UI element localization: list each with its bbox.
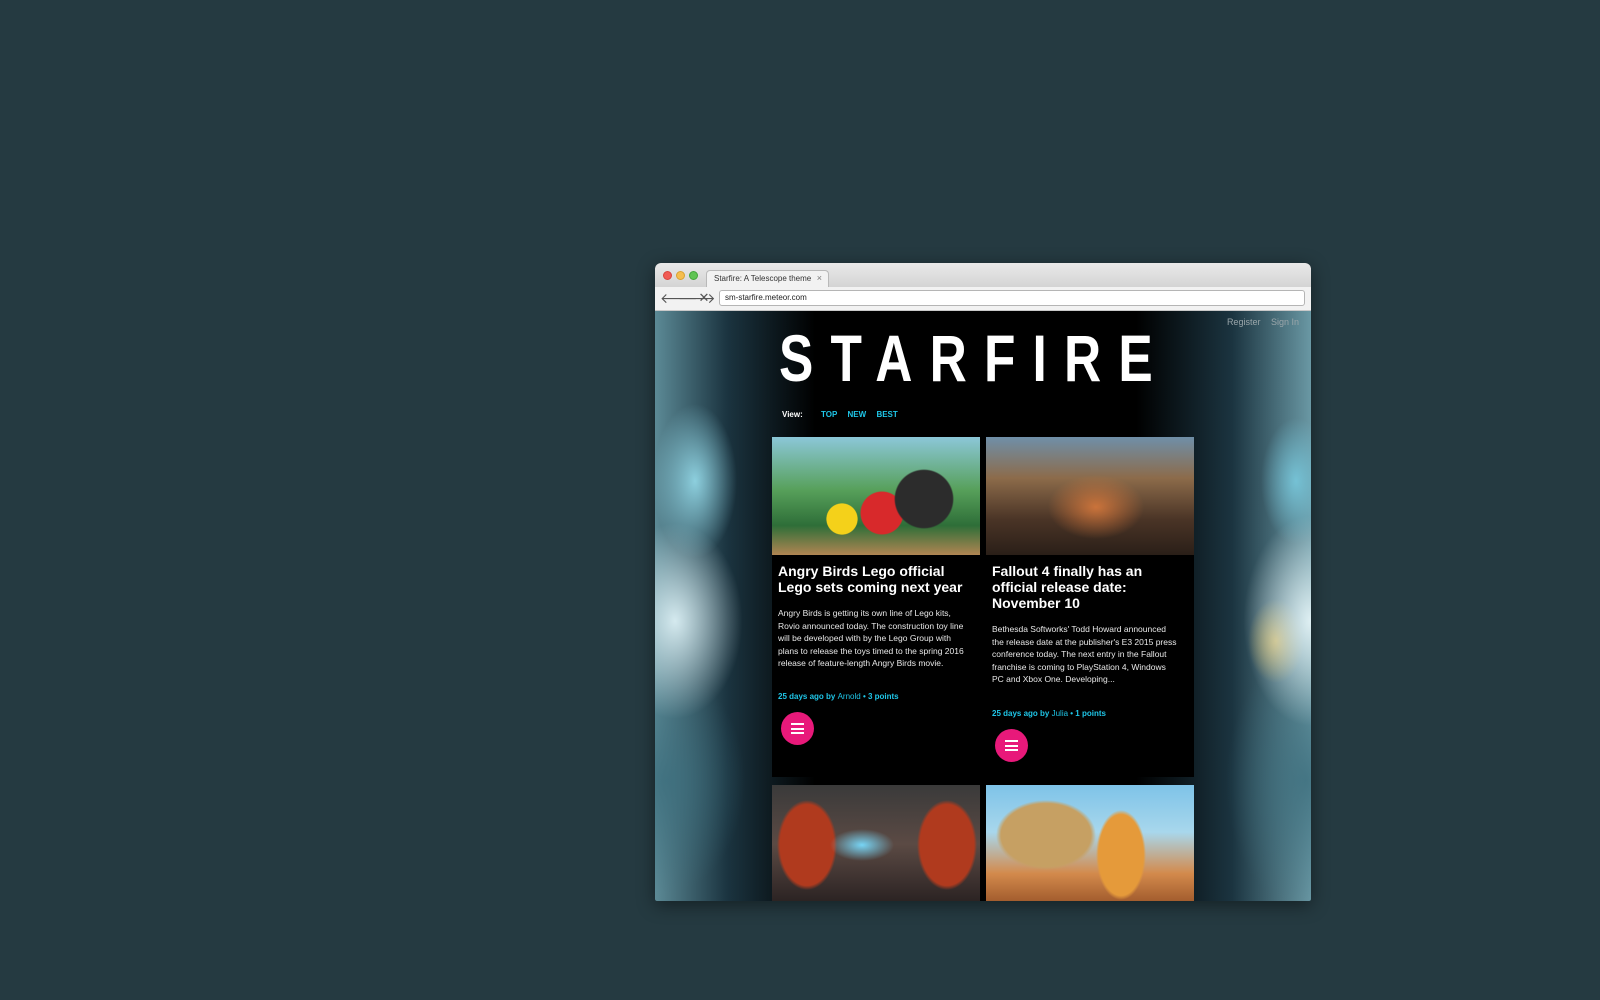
post-card: Angry Birds Lego official Lego sets comi… [772,437,980,777]
close-window-icon[interactable] [663,271,672,280]
post-title[interactable]: Angry Birds Lego official Lego sets comi… [778,563,974,595]
post-card [986,785,1194,901]
minimize-window-icon[interactable] [676,271,685,280]
post-meta-time: 25 days ago by [992,709,1052,718]
post-meta: 25 days ago by Julia • 1 points [992,709,1106,718]
auth-links: Register Sign In [1219,317,1299,327]
view-option-best[interactable]: BEST [876,410,897,419]
view-filter: View: TOP NEW BEST [782,410,906,419]
sign-in-link[interactable]: Sign In [1271,317,1299,327]
post-thumbnail[interactable] [772,785,980,901]
hamburger-menu-icon [1005,740,1018,751]
post-author-link[interactable]: Julia [1052,709,1068,718]
post-thumbnail[interactable] [772,437,980,555]
stop-loading-icon[interactable]: ✕ [696,291,712,307]
forward-arrow-icon[interactable]: 🡒 [678,291,716,307]
post-meta: 25 days ago by Arnold • 3 points [778,692,899,701]
post-thumbnail[interactable] [986,785,1194,901]
address-bar[interactable]: sm-starfire.meteor.com [719,290,1305,306]
title-bar: Starfire: A Telescope theme × [655,263,1311,288]
hamburger-menu-icon [791,723,804,734]
view-option-new[interactable]: NEW [848,410,867,419]
post-points: • 3 points [860,692,899,701]
zoom-window-icon[interactable] [689,271,698,280]
post-author-link[interactable]: Arnold [838,692,861,701]
back-arrow-icon[interactable]: 🡐 [660,291,698,307]
post-card: Fallout 4 finally has an official releas… [986,437,1194,777]
post-excerpt: Bethesda Softworks' Todd Howard announce… [992,624,1177,684]
post-meta-time: 25 days ago by [778,692,838,701]
post-thumbnail[interactable] [986,437,1194,555]
tab-title: Starfire: A Telescope theme [714,274,812,283]
register-link[interactable]: Register [1227,317,1261,327]
tab-close-icon[interactable]: × [817,273,822,283]
post-menu-button[interactable] [781,712,814,745]
post-menu-button[interactable] [995,729,1028,762]
post-points: • 1 points [1068,709,1106,718]
browser-tab[interactable]: Starfire: A Telescope theme × [706,270,829,288]
site-logo[interactable]: STARFIRE [779,325,1153,391]
post-excerpt: Angry Birds is getting its own line of L… [778,608,964,668]
post-title[interactable]: Fallout 4 finally has an official releas… [992,563,1162,611]
browser-toolbar: 🡐 🡒 ✕ sm-starfire.meteor.com [655,287,1311,311]
view-label: View: [782,410,803,419]
browser-window: Starfire: A Telescope theme × 🡐 🡒 ✕ sm-s… [655,263,1311,901]
page-viewport: Register Sign In STARFIRE View: TOP NEW … [655,311,1311,901]
view-option-top[interactable]: TOP [821,410,837,419]
post-card [772,785,980,901]
